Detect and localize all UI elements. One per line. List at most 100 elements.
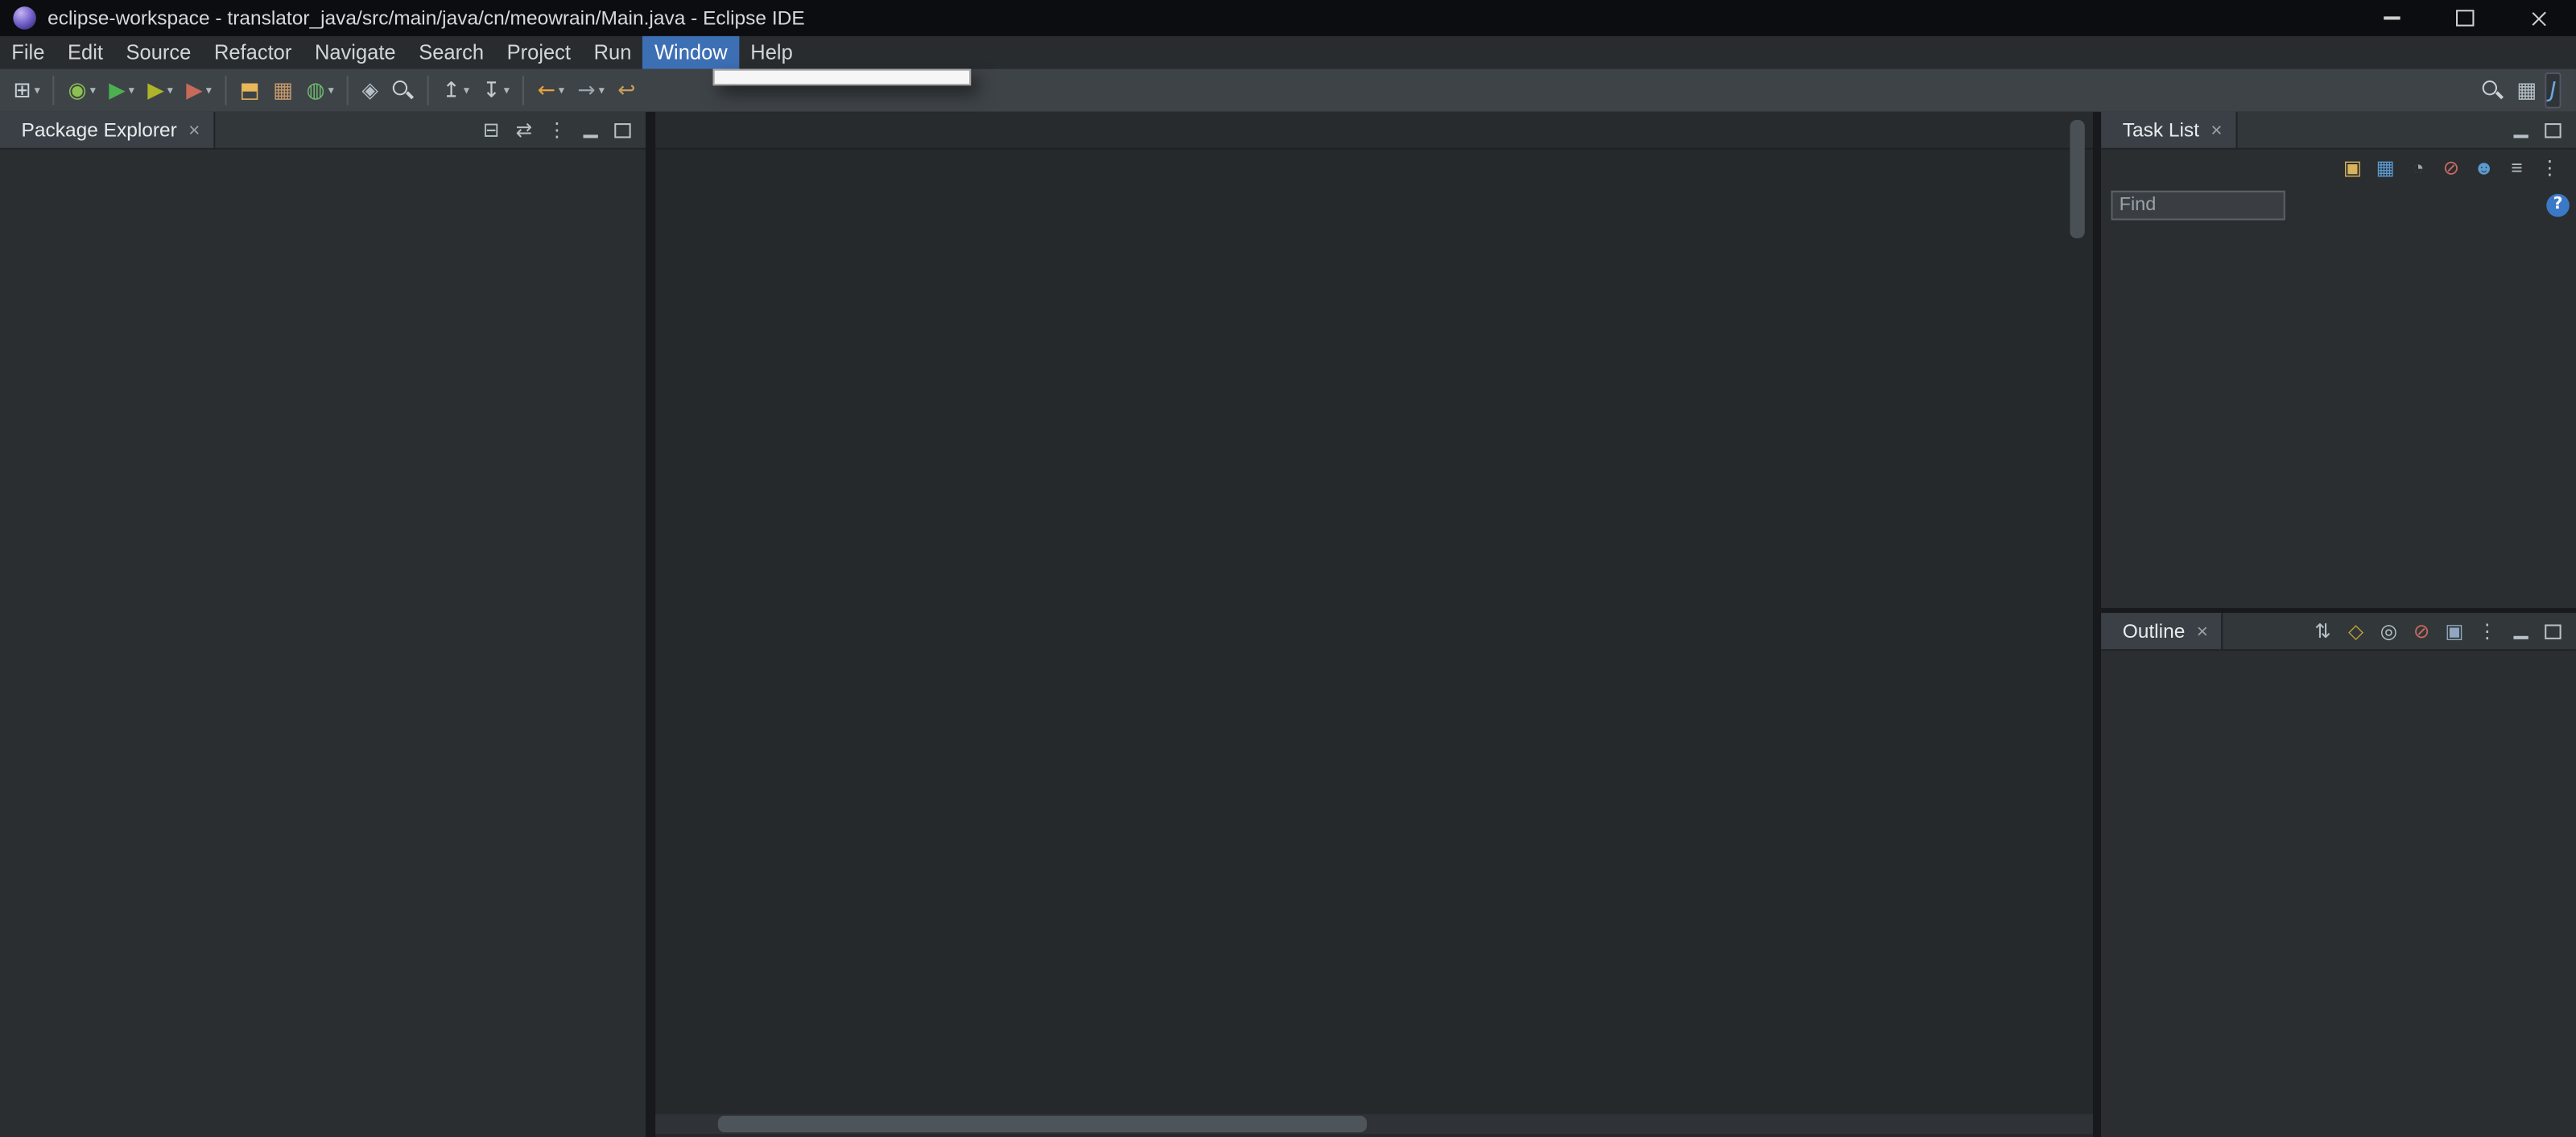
sort-button[interactable]: ≡ — [2502, 153, 2532, 183]
menu-edit[interactable]: Edit — [56, 36, 115, 69]
maximize-icon — [614, 122, 630, 137]
outline-tab[interactable]: Outline × — [2101, 613, 2223, 649]
new-package-icon: ▦ — [273, 80, 293, 101]
eclipse-logo-icon — [13, 6, 36, 30]
main-toolbar: ⊞▾◉▾▶▾▶▾▶▾⬒▦◍▾◈↥▾↧▾←▾→▾↩ ▦J — [0, 69, 2576, 114]
help-icon[interactable]: ? — [2546, 194, 2570, 217]
dropdown-arrow-icon: ▾ — [504, 84, 510, 97]
maximize-icon — [2545, 122, 2561, 137]
hide-fields-button[interactable]: ◇ — [2341, 616, 2371, 646]
toolbar-run-button[interactable]: ▶▾ — [104, 72, 139, 109]
toolbar-new-java-project-button[interactable]: ⬒ — [234, 72, 264, 109]
toolbar-search-icon[interactable] — [2475, 72, 2508, 109]
maximize-icon — [2456, 10, 2474, 26]
toolbar-separator — [53, 76, 55, 105]
link-with-editor-icon: ⇄ — [516, 118, 533, 142]
dropdown-arrow-icon: ▾ — [35, 84, 40, 97]
view-menu-icon: ⋮ — [547, 118, 567, 142]
menu-help[interactable]: Help — [739, 36, 804, 69]
close-button[interactable] — [2502, 0, 2576, 36]
task-list-tab[interactable]: Task List × — [2101, 112, 2237, 148]
menu-window[interactable]: Window — [643, 36, 739, 69]
new-task-button[interactable]: ▣ — [2338, 153, 2368, 183]
menu-project[interactable]: Project — [495, 36, 582, 69]
toolbar-open-type-button[interactable]: ◈ — [357, 72, 383, 109]
debug-icon: ◉ — [68, 80, 87, 101]
toolbar-search-icon[interactable] — [386, 72, 419, 109]
close-icon[interactable]: × — [2197, 619, 2208, 643]
splitter[interactable] — [646, 112, 655, 1137]
package-explorer-title: Package Explorer — [22, 118, 177, 142]
minimize-button[interactable] — [2354, 0, 2428, 36]
view-menu-icon: ⋮ — [2540, 156, 2559, 180]
menu-source[interactable]: Source — [114, 36, 202, 69]
package-explorer-tab[interactable]: Package Explorer × — [0, 112, 215, 148]
toolbar-debug-button[interactable]: ◉▾ — [63, 72, 101, 109]
toolbar-separator — [427, 76, 429, 105]
hide-non-public-button[interactable]: ⊘ — [2407, 616, 2437, 646]
toolbar-separator — [347, 76, 349, 105]
find-input[interactable] — [2111, 191, 2285, 221]
hide-completed-button[interactable]: ⊘ — [2437, 153, 2467, 183]
collapse-all-button[interactable]: ⊟ — [477, 115, 506, 145]
maximize-button[interactable] — [2538, 115, 2568, 145]
sort-button[interactable]: ⇅ — [2308, 616, 2338, 646]
close-icon[interactable]: × — [188, 118, 200, 142]
toolbar-open-perspective-button[interactable]: ▦ — [2512, 72, 2541, 109]
menu-refactor[interactable]: Refactor — [203, 36, 303, 69]
toolbar-back-history-button[interactable]: ←▾ — [532, 72, 569, 109]
task-list-view: Task List × ▣▦◔⊘☻≡ ⋮ ? — [2101, 112, 2576, 608]
code-editor[interactable] — [655, 148, 2093, 1137]
horizontal-scrollbar[interactable] — [655, 1114, 2093, 1134]
task-owner-button[interactable]: ☻ — [2469, 153, 2499, 183]
dropdown-arrow-icon: ▾ — [559, 84, 564, 97]
menu-run[interactable]: Run — [582, 36, 642, 69]
toolbar-coverage-button[interactable]: ▶▾ — [142, 72, 178, 109]
hide-local-types-button[interactable]: ▣ — [2440, 616, 2470, 646]
menu-file[interactable]: File — [0, 36, 56, 69]
horizontal-scrollbar-thumb[interactable] — [718, 1116, 1367, 1132]
categorized-button[interactable]: ▦ — [2371, 153, 2401, 183]
toolbar-prev-annotation-button[interactable]: ↥▾ — [437, 72, 474, 109]
hide-static-icon: ◎ — [2380, 619, 2397, 643]
view-menu-button[interactable]: ⋮ — [2535, 153, 2565, 183]
splitter[interactable] — [2093, 112, 2101, 1137]
minimize-icon — [582, 134, 597, 137]
maximize-button[interactable] — [2428, 0, 2502, 36]
search-icon — [2480, 79, 2504, 102]
toolbar-separator — [522, 76, 524, 105]
toolbar-new-wizard-button[interactable]: ⊞▾ — [8, 72, 45, 109]
toolbar-next-annotation-button[interactable]: ↧▾ — [477, 72, 514, 109]
toolbar-java-perspective-button[interactable]: J — [2545, 72, 2562, 109]
next-annotation-icon: ↧ — [482, 80, 500, 101]
menu-navigate[interactable]: Navigate — [303, 36, 407, 69]
minimize-button[interactable] — [2505, 115, 2535, 145]
menu-search[interactable]: Search — [407, 36, 495, 69]
new-wizard-icon: ⊞ — [13, 80, 31, 101]
view-menu-button[interactable]: ⋮ — [542, 115, 572, 145]
hide-local-types-icon: ▣ — [2445, 619, 2463, 643]
sort-icon: ⇅ — [2314, 619, 2331, 643]
view-menu-button[interactable]: ⋮ — [2472, 616, 2502, 646]
toolbar-last-edit-location-button[interactable]: ↩ — [613, 72, 641, 109]
prev-annotation-icon: ↥ — [443, 80, 460, 101]
toolbar-new-class-button[interactable]: ◍▾ — [301, 72, 339, 109]
link-with-editor-button[interactable]: ⇄ — [510, 115, 539, 145]
close-icon[interactable]: × — [2211, 118, 2222, 142]
scheduled-button[interactable]: ◔ — [2404, 153, 2434, 183]
maximize-button[interactable] — [2538, 616, 2568, 646]
hide-static-button[interactable]: ◎ — [2374, 616, 2404, 646]
toolbar-run-external-tools-button[interactable]: ▶▾ — [181, 72, 217, 109]
toolbar-new-package-button[interactable]: ▦ — [268, 72, 298, 109]
coverage-icon: ▶ — [147, 80, 163, 101]
maximize-button[interactable] — [608, 115, 638, 145]
minimize-button[interactable] — [575, 115, 605, 145]
minimize-icon — [2512, 635, 2527, 639]
editor-tab-bar — [655, 112, 2093, 150]
toolbar-forward-history-button[interactable]: →▾ — [572, 72, 609, 109]
search-icon — [391, 79, 415, 102]
run-external-tools-icon: ▶ — [186, 80, 202, 101]
minimize-button[interactable] — [2505, 616, 2535, 646]
vertical-scrollbar-thumb[interactable] — [2070, 120, 2084, 238]
window-menu-dropdown — [713, 69, 971, 85]
